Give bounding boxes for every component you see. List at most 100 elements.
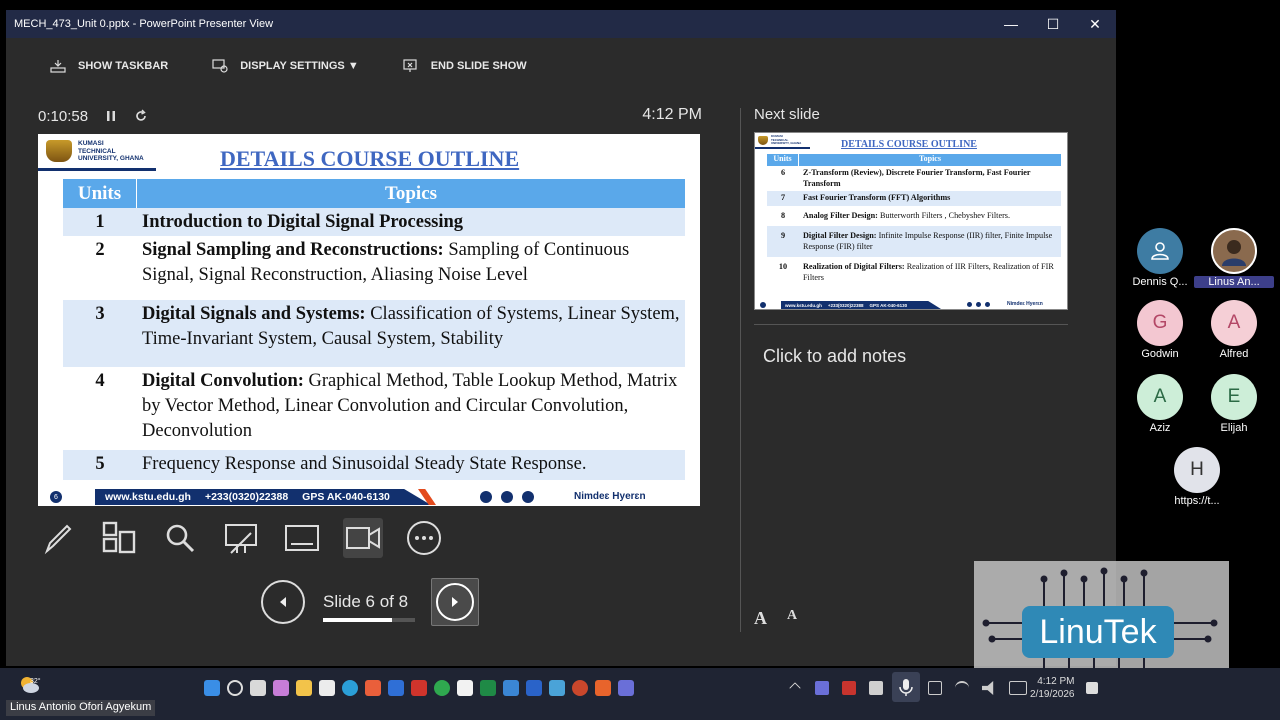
title-bar: MECH_473_Unit 0.pptx - PowerPoint Presen… [6,10,1116,38]
tools-icon[interactable] [549,680,565,696]
excel-icon[interactable] [480,680,496,696]
table-row: 5 Frequency Response and Sinusoidal Stea… [63,450,685,480]
laser-pointer-icon [225,524,257,554]
timer-row: 0:10:58 4:12 PM [38,106,702,126]
current-time: 4:12 PM [642,106,702,123]
app-l-icon[interactable] [411,680,427,696]
wifi-icon[interactable] [955,681,969,695]
camera-toggle-button[interactable] [343,518,383,558]
taskbar-apps [204,680,641,696]
presenter-toolbar: SHOW TASKBAR DISPLAY SETTINGS ▼ END SLID… [6,38,1116,94]
table-row: 8 Analog Filter Design: Butterworth Filt… [780,210,1011,220]
slide-footer: 6 www.kstu.edu.gh +233(0320)22388 GPS AK… [38,487,700,506]
notes-divider[interactable] [754,324,1068,325]
previous-slide-button[interactable] [261,580,305,624]
pause-button[interactable] [104,109,118,123]
next-slide-button[interactable] [431,578,479,626]
participant-tile[interactable]: G Godwin [1120,300,1200,360]
facebook-icon [976,302,981,307]
chevron-up-icon[interactable] [789,682,801,694]
more-options-button[interactable] [404,518,444,558]
search-icon[interactable] [227,680,243,696]
chrome-icon[interactable] [434,680,450,696]
facebook-icon [501,491,513,503]
end-slide-show-button[interactable]: END SLIDE SHOW [403,59,527,73]
display-settings-button[interactable]: DISPLAY SETTINGS ▼ [212,59,359,73]
increase-font-button[interactable]: A [754,608,767,629]
see-all-slides-button[interactable] [99,518,139,558]
avatar: A [1211,300,1257,346]
window-title: MECH_473_Unit 0.pptx - PowerPoint Presen… [14,18,274,30]
participant-tile[interactable]: Linus An... [1194,228,1274,288]
document-icon[interactable] [457,680,473,696]
taskbar-clock[interactable]: 4:12 PM 2/19/2026 [1030,675,1075,701]
start-icon[interactable] [204,680,220,696]
social-icons [967,302,994,307]
display-settings-label: DISPLAY SETTINGS ▼ [240,60,359,72]
zoom-button[interactable] [160,518,200,558]
participant-name: https://t... [1174,495,1220,507]
taskbar-time: 4:12 PM [1037,676,1075,687]
volume-icon[interactable] [982,681,994,695]
restart-icon [136,109,146,121]
logo-text: KUMASI TECHNICAL UNIVERSITY, GHANA [771,134,802,145]
outlook-icon[interactable] [388,680,404,696]
avatar: E [1211,374,1257,420]
app-icon[interactable] [365,680,381,696]
subtitles-icon [285,525,319,551]
more-options-icon [407,521,441,555]
mail-icon[interactable] [503,680,519,696]
pen-tool-button[interactable] [38,518,78,558]
speaker-notes[interactable]: Click to add notes [763,346,906,367]
file-explorer-icon[interactable] [296,680,312,696]
slides-grid-icon [102,521,136,554]
maximize-button[interactable]: ☐ [1032,10,1074,38]
decrease-font-button[interactable]: A [787,608,797,629]
pause-icon [107,111,116,121]
topics-header: Topics [384,182,438,204]
next-slide-preview[interactable]: KUMASI TECHNICAL UNIVERSITY, GHANA DETAI… [754,132,1068,310]
laser-pointer-button[interactable] [221,518,261,558]
notifications-icon[interactable] [1086,682,1098,694]
store-icon[interactable] [319,680,335,696]
participant-name: Godwin [1141,348,1179,360]
app-x-icon[interactable] [595,680,611,696]
teams-tray-icon[interactable] [815,681,829,695]
participant-tile[interactable]: A Alfred [1194,300,1274,360]
current-slide[interactable]: KUMASI TECHNICAL UNIVERSITY, GHANA DETAI… [38,134,700,506]
task-view-icon[interactable] [250,680,266,696]
close-button[interactable]: ✕ [1074,10,1116,38]
copilot-icon[interactable] [273,680,289,696]
battery-icon[interactable] [1009,681,1027,695]
edge-icon[interactable] [342,680,358,696]
footer-contact-bar: www.kstu.edu.gh +233(0320)22388 GPS AK-0… [781,301,941,309]
camera-icon [346,527,380,549]
participant-tile[interactable]: Dennis Q... [1120,228,1200,288]
course-outline-table: Units Topics 1 Introduction to Digital S… [63,179,685,480]
participant-tile[interactable]: E Elijah [1194,374,1274,434]
powerpoint-icon[interactable] [572,680,588,696]
slide-counter: Slide 6 of 8 [323,592,409,611]
participant-tile[interactable]: A Aziz [1120,374,1200,434]
participant-name: Dennis Q... [1132,276,1188,288]
presenter-tools [38,518,465,558]
logo-underline [755,147,810,149]
show-taskbar-button[interactable]: SHOW TASKBAR [50,59,168,73]
presenter-name-label: Linus Antonio Ofori Agyekum [6,700,156,716]
cloud-icon[interactable] [842,681,856,695]
participant-name: Aziz [1149,422,1171,434]
pane-divider[interactable] [740,108,741,632]
subtitles-button[interactable] [282,518,322,558]
minimize-button[interactable]: — [990,10,1032,38]
restart-timer-button[interactable] [134,109,148,123]
next-slide-title: DETAILS COURSE OUTLINE [841,139,977,150]
table-row: 6 Z-Transform (Review), Discrete Fourier… [780,168,1031,188]
elapsed-timer: 0:10:58 [38,107,89,125]
download-icon[interactable] [526,680,542,696]
participant-tile[interactable]: H https://t... [1157,447,1237,507]
teams-icon[interactable] [618,680,634,696]
microphone-active-indicator[interactable] [892,672,920,702]
dropbox-icon[interactable] [869,681,883,695]
slide-header: KUMASI TECHNICAL UNIVERSITY, GHANA DETAI… [38,134,700,178]
keyboard-icon[interactable] [928,681,942,695]
